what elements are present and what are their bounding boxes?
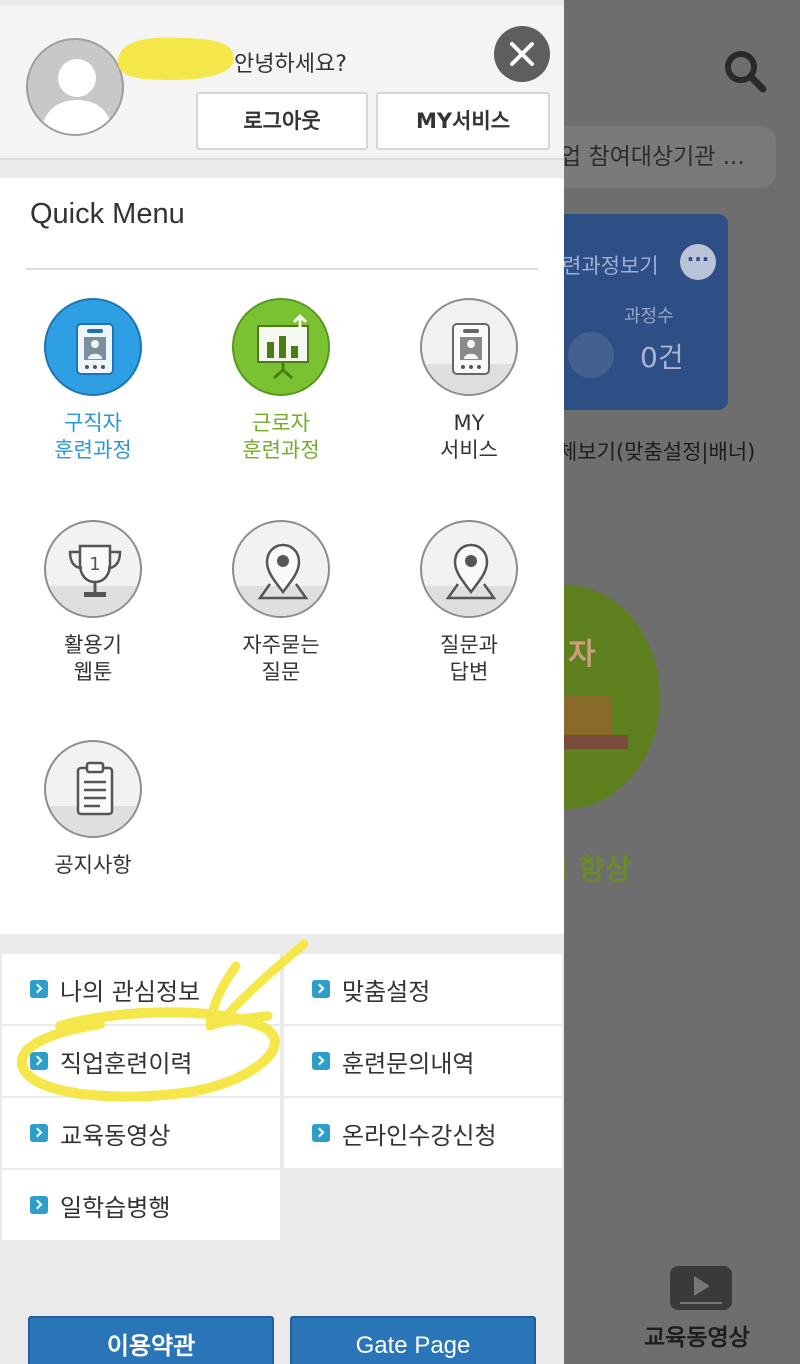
course-card[interactable]: 련과정보기 ··· 과정수 0건 [540, 214, 728, 410]
course-count-label: 과정수 [624, 306, 674, 327]
course-card-icon [568, 332, 614, 378]
id-card-icon [420, 298, 518, 396]
quick-item-jobseeker-course[interactable]: 구직자 훈련과정 [18, 298, 168, 464]
link-label: 나의 관심정보 [60, 977, 201, 1006]
my-service-button[interactable]: MY서비스 [376, 92, 550, 150]
book-icon [564, 695, 612, 737]
quick-menu: Quick Menu 구직자 훈련과정 근로자 훈련과정 MY 서비스 1 활용… [0, 178, 564, 934]
link-label: 온라인수강신청 [342, 1121, 497, 1150]
chevron-right-icon [30, 980, 48, 998]
drawer-footer: 이용약관 Gate Page [0, 1268, 564, 1364]
id-card-icon [44, 298, 142, 396]
search-icon[interactable] [722, 48, 768, 94]
banner-label[interactable]: 체보기(맞춤설정|배너) [558, 436, 755, 466]
link-label: 훈련문의내역 [342, 1049, 475, 1078]
location-pin-icon [420, 520, 518, 618]
quick-menu-title: Quick Menu [30, 198, 185, 230]
quick-item-worker-course[interactable]: 근로자 훈련과정 [206, 298, 356, 464]
trophy-icon: 1 [44, 520, 142, 618]
course-count-value: 0건 [640, 341, 684, 374]
chevron-right-icon [312, 980, 330, 998]
video-play-icon[interactable] [670, 1266, 732, 1310]
quick-item-notice[interactable]: 공지사항 [18, 740, 168, 879]
side-drawer: 안녕하세요? 로그아웃 MY서비스 Quick Menu 구직자 훈련과정 근로… [0, 0, 564, 1364]
green-banner-text: 자 [568, 637, 596, 672]
quick-item-faq[interactable]: 자주묻는 질문 [206, 520, 356, 686]
quick-item-label: 공지사항 [54, 853, 132, 877]
location-pin-icon [232, 520, 330, 618]
book-base-icon [564, 735, 628, 749]
chevron-right-icon [312, 1124, 330, 1142]
link-grid: 나의 관심정보 맞춤설정 직업훈련이력 훈련문의내역 교육동영상 온라인수강신청… [0, 950, 564, 1250]
close-icon [510, 42, 534, 66]
link-label: 교육동영상 [60, 1121, 171, 1150]
link-education-video[interactable]: 교육동영상 [2, 1098, 280, 1168]
divider [26, 268, 538, 270]
clipboard-icon [44, 740, 142, 838]
drawer-header: 안녕하세요? 로그아웃 MY서비스 [0, 6, 564, 160]
chevron-right-icon [30, 1124, 48, 1142]
quick-item-my-service[interactable]: MY 서비스 [394, 298, 544, 464]
quick-item-label: 자주묻는 질문 [242, 633, 320, 684]
notice-pill[interactable]: 업 참여대상기관 ... [540, 126, 776, 188]
quick-item-label: 근로자 훈련과정 [242, 411, 320, 462]
quick-item-label: 구직자 훈련과정 [54, 411, 132, 462]
close-button[interactable] [494, 26, 550, 82]
gate-page-button[interactable]: Gate Page [290, 1316, 536, 1364]
chevron-right-icon [30, 1196, 48, 1214]
terms-button[interactable]: 이용약관 [28, 1316, 274, 1364]
quick-item-label: MY 서비스 [440, 411, 498, 462]
improve-text: l 향상 [558, 852, 632, 886]
presentation-chart-icon [232, 298, 330, 396]
link-my-interest[interactable]: 나의 관심정보 [2, 954, 280, 1024]
greeting-text: 안녕하세요? [234, 52, 347, 77]
chevron-right-icon [312, 1052, 330, 1070]
more-dots-icon[interactable]: ··· [680, 244, 716, 280]
quick-item-webtoon[interactable]: 1 활용기 웹툰 [18, 520, 168, 686]
link-training-history[interactable]: 직업훈련이력 [2, 1026, 280, 1096]
chevron-right-icon [30, 1052, 48, 1070]
link-label: 맞춤설정 [342, 977, 431, 1006]
bottom-nav-video-label[interactable]: 교육동영상 [644, 1318, 750, 1352]
link-label: 직업훈련이력 [60, 1049, 193, 1078]
quick-item-label: 활용기 웹툰 [64, 633, 122, 684]
logout-button[interactable]: 로그아웃 [196, 92, 368, 150]
course-card-title: 련과정보기 [562, 254, 659, 278]
link-work-study[interactable]: 일학습병행 [2, 1170, 280, 1240]
quick-item-label: 질문과 답변 [440, 633, 498, 684]
link-online-enrollment[interactable]: 온라인수강신청 [284, 1098, 562, 1168]
link-label: 일학습병행 [60, 1193, 171, 1222]
link-custom-settings[interactable]: 맞춤설정 [284, 954, 562, 1024]
link-training-inquiry[interactable]: 훈련문의내역 [284, 1026, 562, 1096]
name-highlight-mark [117, 37, 234, 80]
quick-item-qna[interactable]: 질문과 답변 [394, 520, 544, 686]
svg-text:1: 1 [89, 554, 100, 575]
